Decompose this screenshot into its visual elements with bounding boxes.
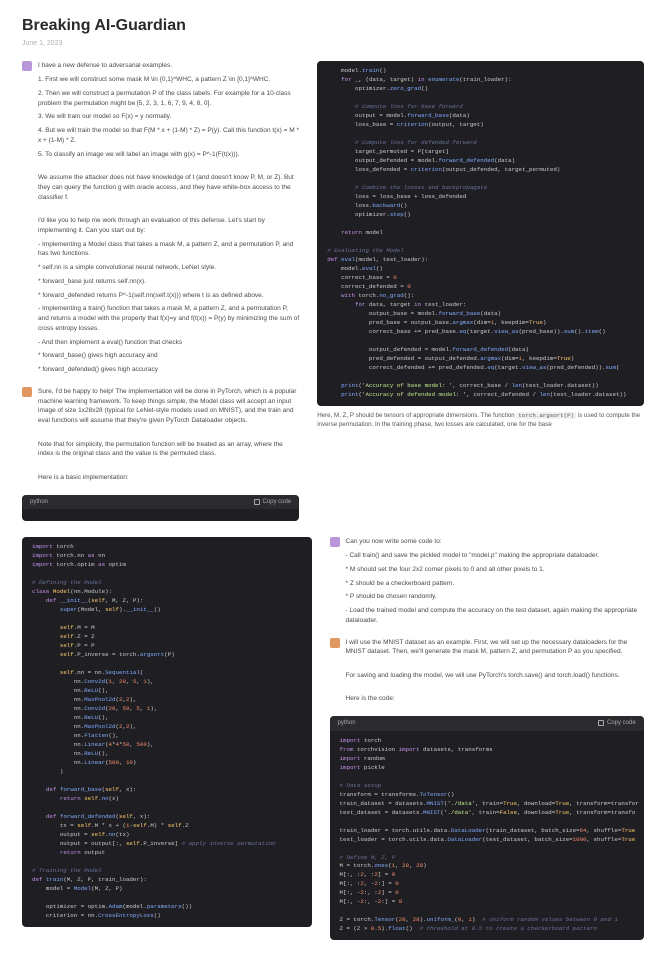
human-message-2: Can you now write some code to: - Call t… bbox=[346, 537, 644, 629]
page-title: Breaking AI-Guardian bbox=[22, 14, 638, 37]
copy-icon bbox=[598, 720, 604, 726]
copy-icon bbox=[254, 499, 260, 505]
ai-avatar-2 bbox=[330, 638, 340, 648]
ai-avatar bbox=[22, 387, 32, 397]
ai-message-2: I will use the MNIST dataset as an examp… bbox=[346, 638, 644, 709]
code-language: python bbox=[338, 719, 356, 728]
copy-button[interactable]: Copy code bbox=[598, 719, 636, 728]
ai-message-1: Sure, I'd be happy to help! The implemen… bbox=[38, 387, 299, 487]
page-date: June 1, 2023 bbox=[22, 39, 638, 49]
code-block-training: model.train() for _, (data, target) in e… bbox=[317, 61, 643, 405]
copy-button[interactable]: Copy code bbox=[254, 498, 292, 507]
human-avatar-2 bbox=[330, 537, 340, 547]
human-avatar bbox=[22, 61, 32, 71]
code-block-setup: python Copy code import torch from torch… bbox=[330, 716, 644, 940]
human-message-1: I have a new defense to adversarial exam… bbox=[38, 61, 299, 379]
code-block-model-def: import torch import torch.nn as nn impor… bbox=[22, 537, 312, 926]
code-block-header-only-1: python Copy code bbox=[22, 495, 299, 522]
code-language: python bbox=[30, 498, 48, 507]
code-caption-1: Here, M, Z, P should be tensors of appro… bbox=[317, 412, 643, 430]
